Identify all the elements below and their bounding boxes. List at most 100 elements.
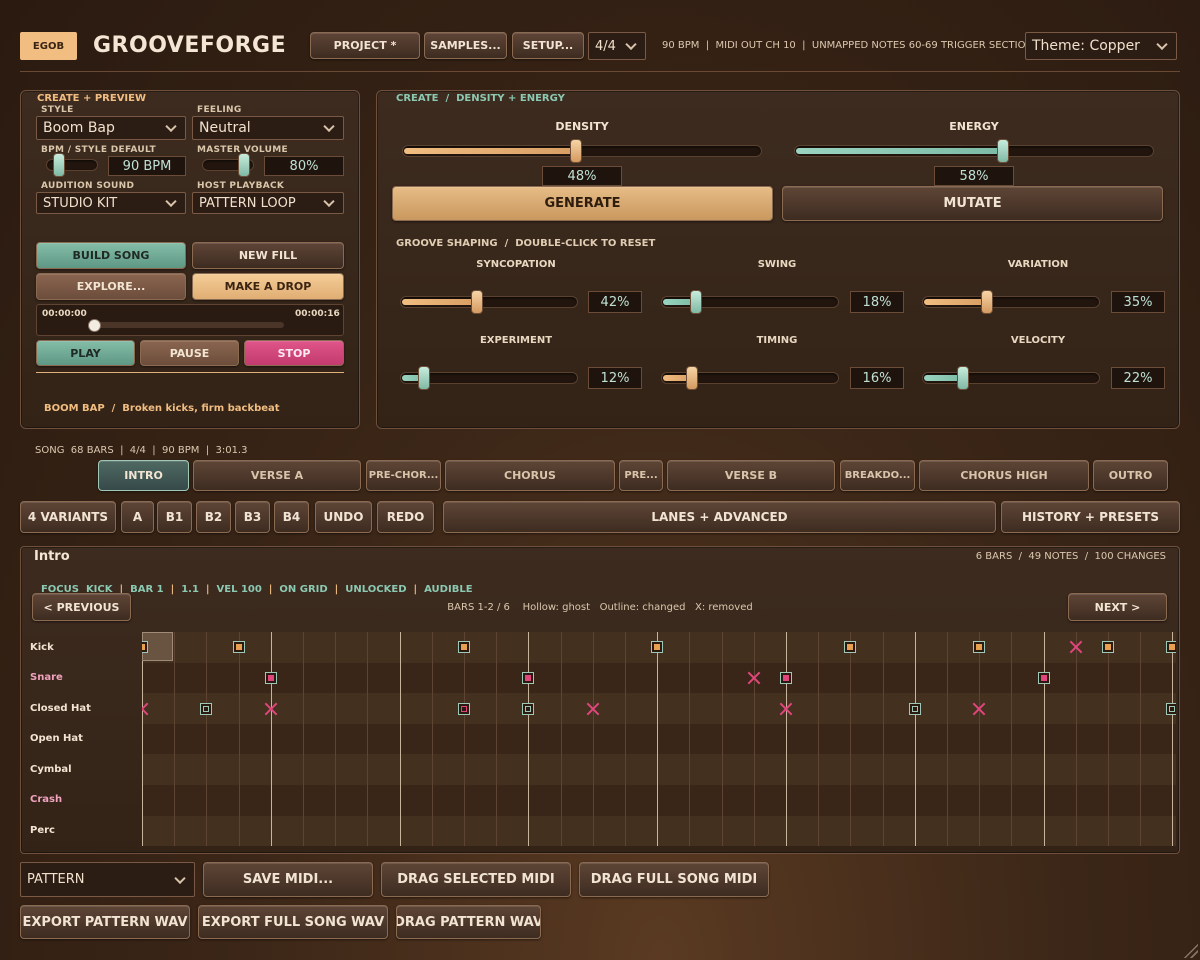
build-song-button[interactable]: BUILD SONG [36,242,186,269]
samples-button[interactable]: SAMPLES... [424,32,507,59]
generate-button[interactable]: GENERATE [392,186,773,221]
variant-b1-button[interactable]: B1 [157,501,192,533]
redo-button[interactable]: REDO [377,501,434,533]
note-step[interactable] [973,641,986,654]
export-pattern-wav-button[interactable]: EXPORT PATTERN WAV [20,905,190,939]
lane-label-cymbal[interactable]: Cymbal [30,764,72,775]
host-playback-select[interactable]: PATTERN LOOP [192,192,344,214]
drag-full-song-midi-button[interactable]: DRAG FULL SONG MIDI [579,862,769,897]
experiment-slider-thumb[interactable] [418,366,430,390]
energy-slider-thumb[interactable] [997,139,1009,163]
removed-note-mark[interactable] [264,702,278,716]
project-button[interactable]: PROJECT * [310,32,420,59]
audition-select[interactable]: STUDIO KIT [36,192,186,214]
note-step[interactable] [522,702,535,715]
grid-lane-row[interactable] [142,815,1176,846]
note-step[interactable] [264,671,277,684]
lane-label-kick[interactable]: Kick [30,642,54,653]
section-verse-b[interactable]: VERSE B [667,460,835,491]
explore-button[interactable]: EXPLORE... [36,273,186,300]
position-scrubber[interactable] [94,322,284,328]
syncopation-value[interactable]: 42% [588,291,642,313]
variant-a-button[interactable]: A [121,501,154,533]
history-presets-button[interactable]: HISTORY + PRESETS [1001,501,1180,533]
energy-value[interactable]: 58% [934,166,1014,186]
resize-grip-icon[interactable] [1182,942,1198,958]
lane-label-closed-hat[interactable]: Closed Hat [30,703,91,714]
section-intro[interactable]: INTRO [98,460,189,491]
timing-slider[interactable] [661,366,839,390]
note-step[interactable] [908,702,921,715]
experiment-slider[interactable] [400,366,578,390]
lane-label-open-hat[interactable]: Open Hat [30,733,83,744]
new-fill-button[interactable]: NEW FILL [192,242,344,269]
syncopation-slider[interactable] [400,290,578,314]
note-step[interactable] [1102,641,1114,654]
drag-pattern-wav-button[interactable]: DRAG PATTERN WAV [396,905,541,939]
note-step[interactable] [1166,641,1176,654]
volume-slider-thumb[interactable] [238,153,250,177]
next-button[interactable]: NEXT > [1068,593,1167,621]
variation-value[interactable]: 35% [1111,291,1165,313]
syncopation-slider-thumb[interactable] [471,290,483,314]
variant-b4-button[interactable]: B4 [274,501,309,533]
previous-button[interactable]: < PREVIOUS [32,593,131,621]
energy-slider[interactable] [794,139,1154,163]
note-step[interactable] [780,671,792,684]
drag-selected-midi-button[interactable]: DRAG SELECTED MIDI [381,862,571,897]
lane-label-crash[interactable]: Crash [30,794,62,805]
section-chorus[interactable]: CHORUS [445,460,615,491]
grid-lane-row[interactable] [142,754,1176,785]
note-step[interactable] [232,641,245,654]
note-step[interactable] [1166,702,1176,715]
section-breakdown[interactable]: BREAKDO... [840,460,915,491]
note-step[interactable] [651,641,664,654]
lane-label-perc[interactable]: Perc [30,825,55,836]
bpm-slider-thumb[interactable] [53,153,65,177]
lane-label-snare[interactable]: Snare [30,672,63,683]
removed-note-mark[interactable] [747,671,761,685]
note-step[interactable] [142,641,148,654]
grid-lane-row[interactable] [142,693,1176,724]
removed-note-mark[interactable] [972,702,986,716]
swing-value[interactable]: 18% [850,291,904,313]
timing-slider-thumb[interactable] [686,366,698,390]
experiment-value[interactable]: 12% [588,367,642,389]
velocity-slider-thumb[interactable] [957,366,969,390]
section-outro[interactable]: OUTRO [1093,460,1168,491]
note-step[interactable] [844,641,857,654]
velocity-value[interactable]: 22% [1111,367,1165,389]
velocity-slider[interactable] [922,366,1100,390]
volume-value[interactable]: 80% [264,156,344,176]
play-button[interactable]: PLAY [36,340,135,366]
export-mode-select[interactable]: PATTERN [20,862,195,897]
grid-lane-row[interactable] [142,785,1176,816]
section-pre-chorus[interactable]: PRE-CHOR... [366,460,441,491]
bpm-value[interactable]: 90 BPM [108,156,186,176]
variants-button[interactable]: 4 VARIANTS [20,501,116,533]
position-scrubber-thumb[interactable] [88,319,101,332]
section-chorus-high[interactable]: CHORUS HIGH [919,460,1089,491]
swing-slider-thumb[interactable] [690,290,702,314]
lanes-advanced-button[interactable]: LANES + ADVANCED [443,501,996,533]
mutate-button[interactable]: MUTATE [782,186,1163,221]
grid-lane-row[interactable] [142,723,1176,755]
variant-b3-button[interactable]: B3 [235,501,270,533]
setup-button[interactable]: SETUP... [512,32,584,59]
removed-note-mark[interactable] [1069,640,1083,654]
time-signature-select[interactable]: 4/4 [588,32,646,60]
section-verse-a[interactable]: VERSE A [193,460,361,491]
variation-slider-thumb[interactable] [981,290,993,314]
variation-slider[interactable] [922,290,1100,314]
stop-button[interactable]: STOP [244,340,344,366]
density-slider[interactable] [402,139,762,163]
note-step[interactable] [522,671,535,684]
export-full-song-wav-button[interactable]: EXPORT FULL SONG WAV [198,905,388,939]
note-step[interactable] [458,641,470,654]
section-pre[interactable]: PRE... [619,460,663,491]
note-step[interactable] [1037,671,1050,684]
feeling-select[interactable]: Neutral [192,116,344,140]
step-grid[interactable] [142,632,1176,846]
density-value[interactable]: 48% [542,166,622,186]
swing-slider[interactable] [661,290,839,314]
